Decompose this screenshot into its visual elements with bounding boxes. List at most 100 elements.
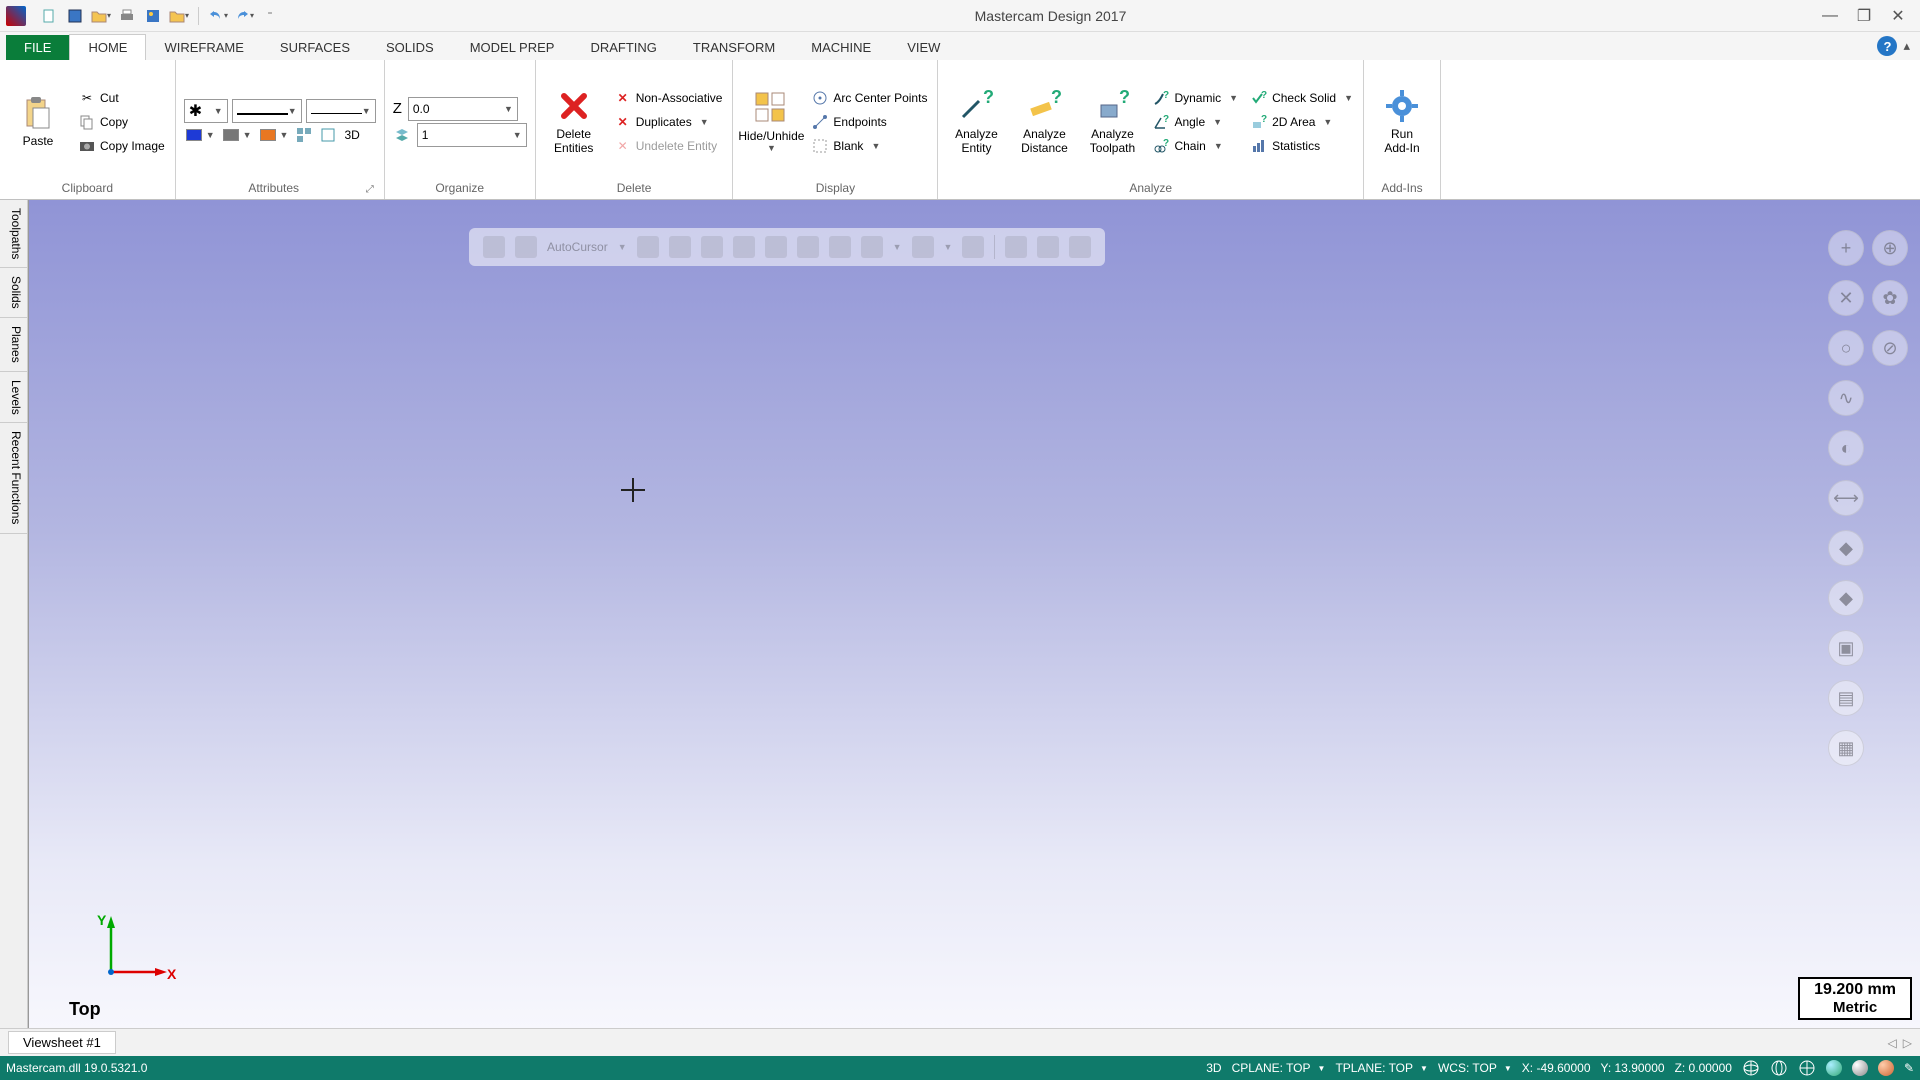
hide-unhide-button[interactable]: Hide/Unhide ▼ xyxy=(741,86,801,157)
ft-item-1[interactable] xyxy=(637,236,659,258)
z-depth-input[interactable]: 0.0▼ xyxy=(408,97,518,121)
help-icon[interactable]: ? xyxy=(1877,36,1897,56)
rf-dim-icon[interactable]: ⟷ xyxy=(1828,480,1864,516)
rf-layers-icon[interactable]: ▦ xyxy=(1828,730,1864,766)
ft-item-13[interactable] xyxy=(1069,236,1091,258)
maximize-button[interactable]: ❐ xyxy=(1848,4,1880,28)
status-orb2-icon[interactable] xyxy=(1852,1060,1868,1076)
viewsheet-tab[interactable]: Viewsheet #1 xyxy=(8,1031,116,1054)
blank-button[interactable]: Blank▼ xyxy=(809,135,929,157)
status-globe3-icon[interactable] xyxy=(1798,1059,1816,1077)
status-cplane[interactable]: CPLANE: TOP▼ xyxy=(1232,1061,1326,1075)
rf-plus-icon[interactable]: + xyxy=(1828,230,1864,266)
ft-item-12[interactable] xyxy=(1037,236,1059,258)
solid-color-dropdown[interactable]: ▼ xyxy=(258,125,291,145)
rf-cross-icon[interactable]: ✕ xyxy=(1828,280,1864,316)
clear-colors-button[interactable] xyxy=(318,125,338,145)
paste-button[interactable]: Paste xyxy=(8,91,68,152)
surface-color-dropdown[interactable]: ▼ xyxy=(221,125,254,145)
endpoints-button[interactable]: Endpoints xyxy=(809,111,929,133)
analyze-distance-button[interactable]: ? Analyze Distance xyxy=(1014,84,1074,158)
attributes-launcher[interactable]: ⤢ xyxy=(364,182,376,197)
tab-surfaces[interactable]: SURFACES xyxy=(262,35,368,60)
rf-tool2-icon[interactable]: ◆ xyxy=(1828,580,1864,616)
rf-circle-icon[interactable]: ○ xyxy=(1828,330,1864,366)
angle-button[interactable]: ?Angle▼ xyxy=(1150,111,1240,133)
side-tab-planes[interactable]: Planes xyxy=(0,318,27,372)
rf-zoom-icon[interactable]: ⊕ xyxy=(1872,230,1908,266)
tab-drafting[interactable]: DRAFTING xyxy=(572,35,674,60)
ft-item-7[interactable] xyxy=(829,236,851,258)
tab-home[interactable]: HOME xyxy=(69,34,146,60)
ft-item-4[interactable] xyxy=(733,236,755,258)
rf-tool1-icon[interactable]: ◆ xyxy=(1828,530,1864,566)
rf-shape-icon[interactable]: ◐ xyxy=(1828,430,1864,466)
side-tab-levels[interactable]: Levels xyxy=(0,372,27,424)
copy-image-button[interactable]: Copy Image xyxy=(76,135,167,157)
ft-item-9[interactable] xyxy=(912,236,934,258)
duplicates-button[interactable]: ✕Duplicates▼ xyxy=(612,111,725,133)
2d-3d-toggle[interactable]: 3D xyxy=(342,125,361,145)
status-wcs[interactable]: WCS: TOP▼ xyxy=(1438,1061,1512,1075)
new-file-icon[interactable] xyxy=(38,5,60,27)
ft-item-8[interactable] xyxy=(861,236,883,258)
copy-button[interactable]: Copy xyxy=(76,111,167,133)
status-pencil-icon[interactable]: ✎ xyxy=(1904,1061,1914,1075)
collapse-ribbon-icon[interactable]: ▴ xyxy=(1903,38,1910,54)
close-button[interactable]: ✕ xyxy=(1882,4,1914,28)
qat-customize-icon[interactable]: ⁼ xyxy=(259,5,281,27)
line-width-dropdown[interactable]: ▼ xyxy=(306,99,376,123)
dynamic-button[interactable]: ?Dynamic▼ xyxy=(1150,87,1240,109)
status-mode[interactable]: 3D xyxy=(1206,1061,1221,1075)
statistics-button[interactable]: Statistics xyxy=(1248,135,1355,157)
open-folder-icon[interactable]: ▾ xyxy=(90,5,112,27)
tab-model-prep[interactable]: MODEL PREP xyxy=(452,35,573,60)
redo-icon[interactable]: ▾ xyxy=(233,5,255,27)
side-tab-toolpaths[interactable]: Toolpaths xyxy=(0,200,27,268)
viewsheet-prev-icon[interactable]: ◁ xyxy=(1888,1036,1897,1050)
status-globe2-icon[interactable] xyxy=(1770,1059,1788,1077)
ft-item-2[interactable] xyxy=(669,236,691,258)
cut-button[interactable]: ✂Cut xyxy=(76,87,167,109)
status-globe1-icon[interactable] xyxy=(1742,1059,1760,1077)
set-attributes-button[interactable] xyxy=(294,125,314,145)
check-solid-button[interactable]: ?Check Solid▼ xyxy=(1248,87,1355,109)
tab-transform[interactable]: TRANSFORM xyxy=(675,35,793,60)
status-tplane[interactable]: TPLANE: TOP▼ xyxy=(1335,1061,1428,1075)
wireframe-color-dropdown[interactable]: ▼ xyxy=(184,125,217,145)
ft-item-5[interactable] xyxy=(765,236,787,258)
non-associative-button[interactable]: ✕Non-Associative xyxy=(612,87,725,109)
minimize-button[interactable]: — xyxy=(1814,4,1846,28)
side-tab-recent[interactable]: Recent Functions xyxy=(0,423,27,533)
level-input[interactable]: 1▼ xyxy=(417,123,527,147)
analyze-toolpath-button[interactable]: ? Analyze Toolpath xyxy=(1082,84,1142,158)
autocursor-icon[interactable] xyxy=(515,236,537,258)
rf-gear-icon[interactable]: ✿ xyxy=(1872,280,1908,316)
tab-machine[interactable]: MACHINE xyxy=(793,35,889,60)
run-addin-button[interactable]: Run Add-In xyxy=(1372,84,1432,158)
rf-nocircle-icon[interactable]: ⊘ xyxy=(1872,330,1908,366)
analyze-entity-button[interactable]: ? Analyze Entity xyxy=(946,84,1006,158)
tab-file[interactable]: FILE xyxy=(6,35,69,60)
print-icon[interactable] xyxy=(116,5,138,27)
status-orb3-icon[interactable] xyxy=(1878,1060,1894,1076)
rf-camera-icon[interactable]: ▣ xyxy=(1828,630,1864,666)
ft-item-11[interactable] xyxy=(1005,236,1027,258)
point-style-dropdown[interactable]: ✱▼ xyxy=(184,99,228,123)
save-image-icon[interactable] xyxy=(142,5,164,27)
line-style-dropdown[interactable]: ▼ xyxy=(232,99,302,123)
lock-icon[interactable] xyxy=(483,236,505,258)
graphics-canvas[interactable]: AutoCursor ▼ ▼ ▼ +⊕ ✕✿ ○⊘ ∿ ◐ ⟷ xyxy=(28,200,1920,1028)
tab-wireframe[interactable]: WIREFRAME xyxy=(146,35,261,60)
tab-solids[interactable]: SOLIDS xyxy=(368,35,452,60)
ft-item-3[interactable] xyxy=(701,236,723,258)
ft-item-6[interactable] xyxy=(797,236,819,258)
arc-center-button[interactable]: Arc Center Points xyxy=(809,87,929,109)
rf-curve-icon[interactable]: ∿ xyxy=(1828,380,1864,416)
rf-note-icon[interactable]: ▤ xyxy=(1828,680,1864,716)
ft-item-10[interactable] xyxy=(962,236,984,258)
tab-view[interactable]: VIEW xyxy=(889,35,958,60)
2d-area-button[interactable]: ?2D Area▼ xyxy=(1248,111,1355,133)
delete-entities-button[interactable]: Delete Entities xyxy=(544,84,604,158)
undo-icon[interactable]: ▾ xyxy=(207,5,229,27)
